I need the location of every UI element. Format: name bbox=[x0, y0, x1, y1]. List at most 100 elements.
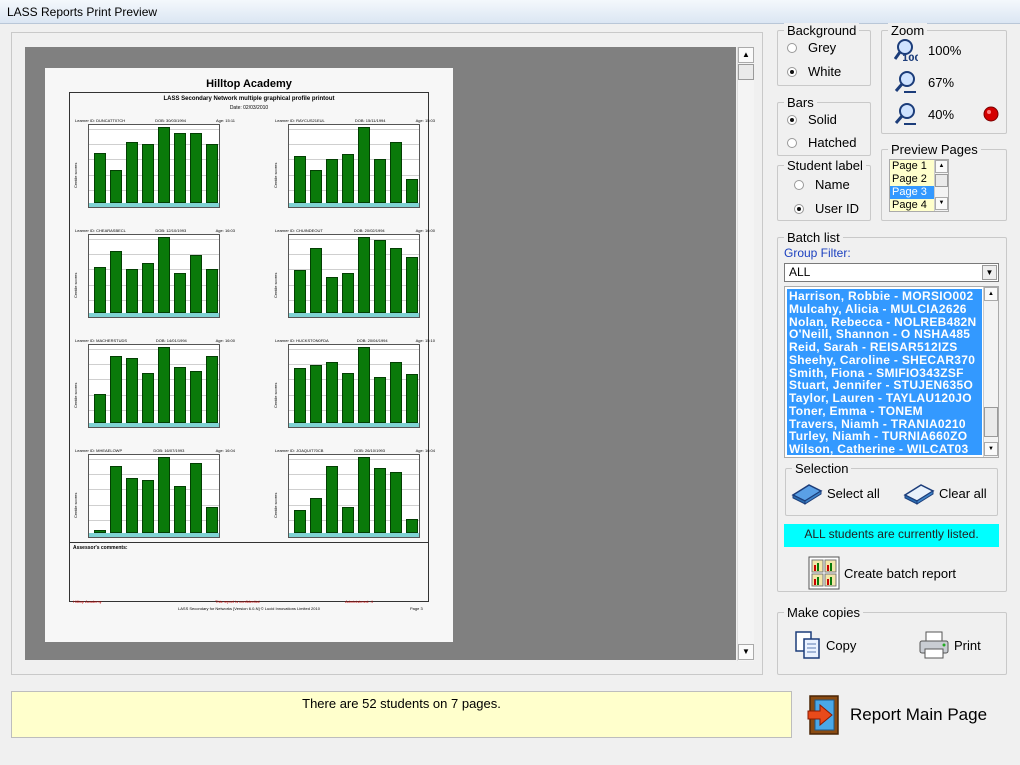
batch-list-item[interactable]: Reid, Sarah - REISAR512IZS bbox=[789, 341, 983, 354]
zoom-67-label: 67% bbox=[928, 74, 955, 90]
y-axis-label: Centile scores bbox=[73, 272, 78, 298]
chevron-down-icon[interactable]: ▼ bbox=[982, 265, 997, 280]
scroll-up-button[interactable]: ▲ bbox=[738, 47, 754, 63]
batch-list-item[interactable]: Mulcahy, Alicia - MULCIA2626 bbox=[789, 303, 983, 316]
clear-all-icon bbox=[903, 484, 935, 505]
pages-scroll-up[interactable]: ▲ bbox=[935, 160, 948, 173]
footer-page-number: Page 3 bbox=[410, 606, 423, 611]
chart-bar bbox=[358, 347, 370, 423]
batch-list-item[interactable]: Toner, Emma - TONEM bbox=[789, 405, 983, 418]
batch-list-item[interactable]: Nolan, Rebecca - NOLREB482N bbox=[789, 316, 983, 329]
zoom-67-button[interactable]: 67% bbox=[894, 70, 954, 94]
batch-list-item[interactable]: Smith, Fiona - SMIFIO343ZSF bbox=[789, 367, 983, 380]
batch-list-item[interactable]: O'Neill, Shannon - O NSHA485 bbox=[789, 328, 983, 341]
chart-bar bbox=[310, 169, 322, 203]
chart-bar bbox=[390, 247, 402, 313]
batch-scroll-thumb[interactable] bbox=[984, 407, 998, 437]
background-white-radio[interactable]: White bbox=[787, 64, 841, 79]
chart-bar bbox=[110, 466, 122, 533]
batch-list-item[interactable]: Turley, Niamh - TURNIA660ZO bbox=[789, 430, 983, 443]
radio-indicator bbox=[794, 179, 804, 190]
chart-plot bbox=[88, 124, 220, 208]
scroll-thumb[interactable] bbox=[738, 64, 754, 80]
chart-bar bbox=[374, 240, 386, 313]
chart-header-field: Learner ID: CHUINDEOUT bbox=[275, 228, 323, 233]
y-axis-label: Centile scores bbox=[273, 162, 278, 188]
group-filter-value: ALL bbox=[789, 265, 811, 279]
zoom-40-button[interactable]: 40% bbox=[894, 102, 1000, 126]
chart-header-field: Age: 16:00 bbox=[215, 338, 235, 343]
y-axis-label: Centile scores bbox=[273, 492, 278, 518]
group-filter-select[interactable]: ALL ▼ bbox=[784, 263, 999, 282]
grid-line bbox=[89, 129, 219, 130]
page-item-4[interactable]: Page 4 bbox=[890, 199, 934, 211]
chart-bar bbox=[358, 127, 370, 203]
batch-scrollbar[interactable]: ▲ ▼ bbox=[983, 287, 998, 457]
svg-text:100: 100 bbox=[902, 54, 918, 62]
batch-list-item[interactable]: Stuart, Jennifer - STUJEN635O bbox=[789, 379, 983, 392]
bars-hatched-radio[interactable]: Hatched bbox=[787, 135, 856, 150]
chart-bar bbox=[294, 155, 306, 203]
chart-header-field: Learner ID: DUNCATT07CH bbox=[75, 118, 126, 123]
status-bar: There are 52 students on 7 pages. bbox=[11, 691, 792, 738]
preview-pages-list[interactable]: Page 1 Page 2 Page 3 Page 4 ▲ ▼ bbox=[889, 159, 949, 212]
batch-student-list[interactable]: Harrison, Robbie - MORSIO002 Mulcahy, Ali… bbox=[784, 286, 999, 458]
chart-base-strip bbox=[89, 533, 219, 537]
report-main-page-button[interactable]: Report Main Page bbox=[806, 694, 987, 736]
batch-scroll-up[interactable]: ▲ bbox=[984, 287, 998, 301]
make-copies-label: Make copies bbox=[784, 605, 863, 620]
zoom-label: Zoom bbox=[888, 23, 928, 38]
chart-bar bbox=[142, 372, 154, 423]
chart-bar bbox=[94, 267, 106, 313]
chart-base-strip bbox=[289, 533, 419, 537]
page-item-1[interactable]: Page 1 bbox=[890, 160, 934, 173]
batch-list-item[interactable]: Travers, Niamh - TRANIA0210 bbox=[789, 418, 983, 431]
grid-line bbox=[289, 129, 419, 130]
scroll-down-button[interactable]: ▼ bbox=[738, 644, 754, 660]
page-item-3[interactable]: Page 3 bbox=[890, 186, 934, 199]
chart-plot bbox=[288, 344, 420, 428]
chart-header: Learner ID: DUNCATT07CH DOB: 30/03/1994 Ag… bbox=[75, 118, 235, 123]
chart-bar bbox=[342, 372, 354, 423]
batch-list-item[interactable]: Sheehy, Caroline - SHECAR370 bbox=[789, 354, 983, 367]
student-label-userid-radio[interactable]: User ID bbox=[794, 201, 859, 216]
page-item-2[interactable]: Page 2 bbox=[890, 173, 934, 186]
chart-bar bbox=[374, 467, 386, 533]
radio-label: Name bbox=[815, 177, 850, 192]
chart-bar bbox=[158, 457, 170, 533]
background-grey-radio[interactable]: Grey bbox=[787, 40, 836, 55]
zoom-100-button[interactable]: 100 100% bbox=[894, 38, 961, 62]
batch-scroll-down[interactable]: ▼ bbox=[984, 442, 998, 456]
report-subtitle: LASS Secondary Network multiple graphica… bbox=[163, 96, 335, 102]
clear-all-button[interactable]: Clear all bbox=[903, 481, 987, 505]
chart-bar bbox=[126, 357, 138, 423]
pages-scroll-down[interactable]: ▼ bbox=[935, 197, 948, 210]
batch-list-item[interactable]: Taylor, Lauren - TAYLAU120JO bbox=[789, 392, 983, 405]
bars-solid-radio[interactable]: Solid bbox=[787, 112, 837, 127]
radio-indicator bbox=[794, 203, 804, 214]
chart-bar bbox=[158, 237, 170, 313]
chart-bar bbox=[326, 362, 338, 423]
comments-label: Assessor's comments: bbox=[73, 545, 128, 551]
copy-button[interactable]: Copy bbox=[794, 630, 856, 660]
create-batch-report-button[interactable]: Create batch report bbox=[808, 556, 956, 590]
grid-line bbox=[289, 459, 419, 460]
pages-scrollbar[interactable]: ▲ ▼ bbox=[934, 160, 948, 211]
print-button[interactable]: Print bbox=[918, 630, 981, 660]
pages-scroll-thumb[interactable] bbox=[935, 174, 948, 187]
radio-indicator bbox=[787, 137, 797, 148]
batch-list-item[interactable]: Wilson, Catherine - WILCAT03 bbox=[789, 443, 983, 456]
chart-header-field: Learner ID: HUCKSTON0FDA bbox=[275, 338, 329, 343]
preview-pages-label: Preview Pages bbox=[888, 142, 981, 157]
student-label-name-radio[interactable]: Name bbox=[794, 177, 850, 192]
batch-list-item[interactable]: Harrison, Robbie - MORSIO002 bbox=[789, 290, 983, 303]
chart-plot bbox=[288, 124, 420, 208]
y-axis-label: Centile scores bbox=[273, 382, 278, 408]
radio-indicator bbox=[787, 42, 797, 53]
chart-bar bbox=[310, 365, 322, 423]
chart-bar bbox=[94, 394, 106, 423]
preview-scrollbar[interactable]: ▲ ▼ bbox=[737, 47, 754, 661]
chart-bar bbox=[406, 256, 418, 313]
select-all-button[interactable]: Select all bbox=[791, 481, 880, 505]
chart-header-field: DOB: 20/02/1994 bbox=[353, 228, 385, 233]
